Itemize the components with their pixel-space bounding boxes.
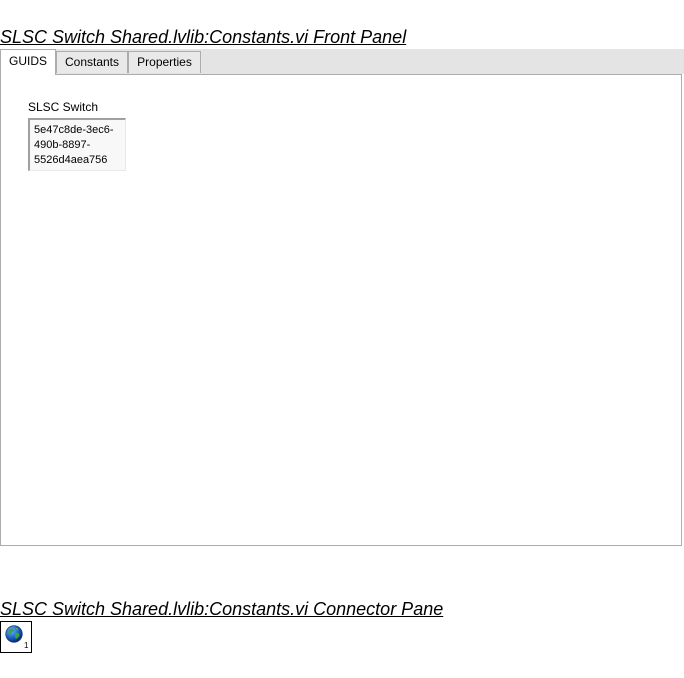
slsc-switch-label: SLSC Switch <box>28 100 99 114</box>
tab-control: GUIDS Constants Properties SLSC Switch 5… <box>0 49 684 546</box>
guid-line: 490b-8897- <box>34 139 91 151</box>
connector-pane-title: SLSC Switch Shared.lvlib:Constants.vi Co… <box>0 599 444 619</box>
front-panel-title: SLSC Switch Shared.lvlib:Constants.vi Fr… <box>0 27 407 47</box>
tab-constants[interactable]: Constants <box>56 51 128 73</box>
tab-guids[interactable]: GUIDS <box>0 49 56 75</box>
guid-line: 5e47c8de-3ec6- <box>34 124 114 136</box>
guid-line: 5526d4aea756 <box>34 154 108 166</box>
connector-pane[interactable]: 1 <box>0 621 32 653</box>
slsc-switch-guid-string[interactable]: 5e47c8de-3ec6- 490b-8897- 5526d4aea756 <box>28 118 126 171</box>
tab-properties[interactable]: Properties <box>128 51 201 73</box>
globe-icon <box>5 625 23 643</box>
tab-page-guids: SLSC Switch 5e47c8de-3ec6- 490b-8897- 55… <box>0 74 682 546</box>
tab-strip: GUIDS Constants Properties <box>0 49 684 75</box>
terminal-number: 1 <box>24 641 29 650</box>
